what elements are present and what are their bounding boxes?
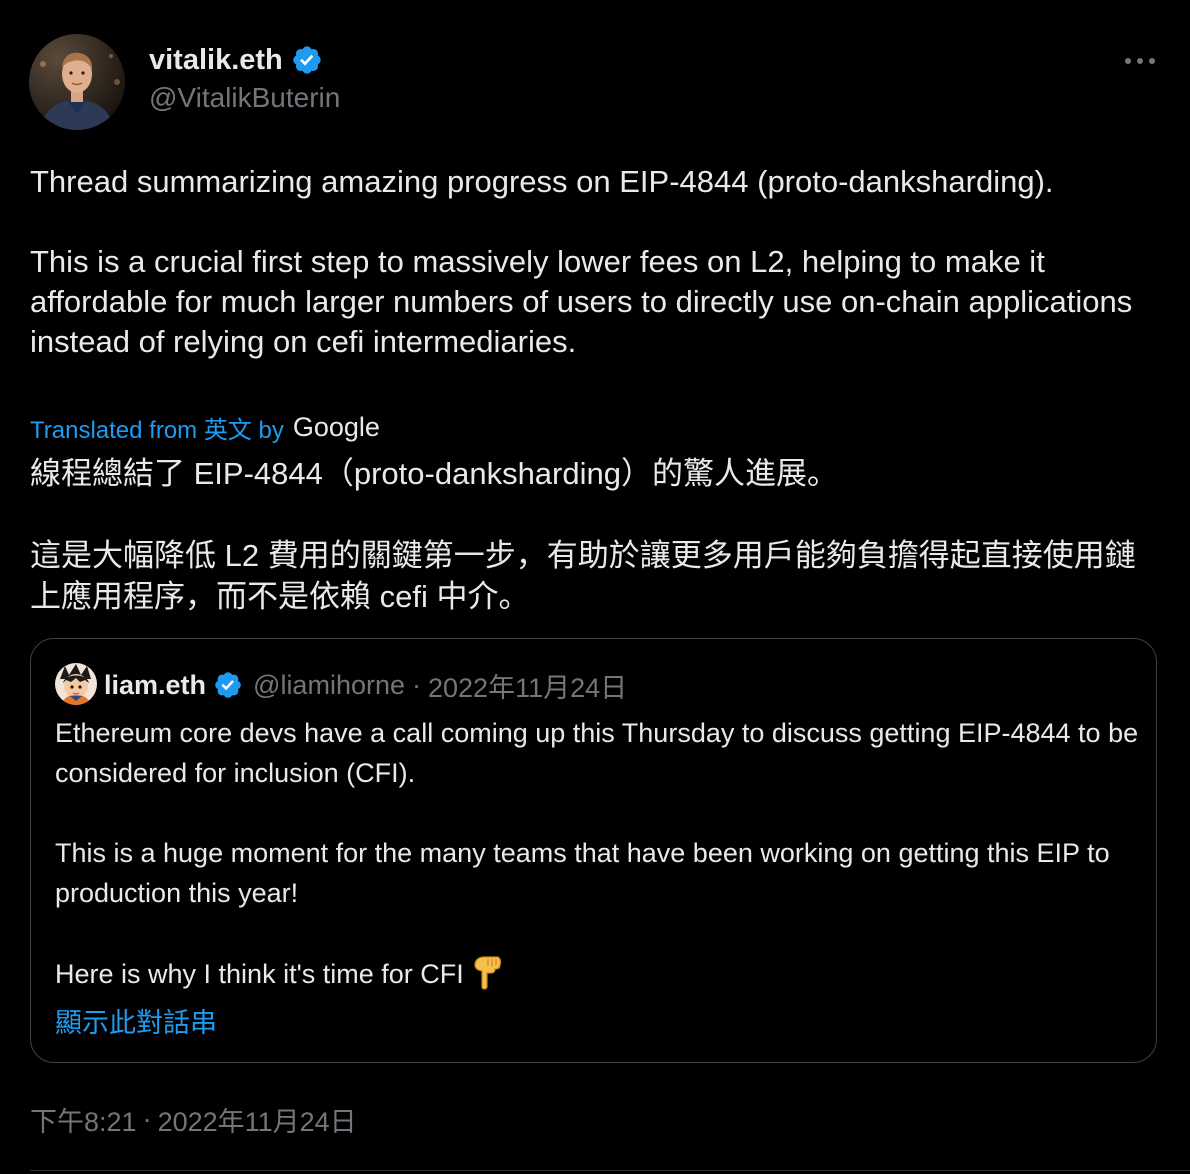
author-name-row[interactable]: vitalik.eth	[149, 40, 323, 80]
translated-from-link[interactable]: Translated from 英文 by	[30, 410, 284, 445]
quoted-tweet-body: Ethereum core devs have a call coming up…	[55, 718, 1139, 989]
author-display-name[interactable]: vitalik.eth	[149, 44, 283, 77]
verified-badge-icon	[213, 670, 243, 700]
quoted-date[interactable]: 2022年11月24日	[428, 666, 627, 705]
translation-attribution: Translated from 英文 by Google	[30, 410, 380, 444]
quoted-handle[interactable]: @liamihorne	[253, 670, 405, 701]
author-avatar[interactable]	[29, 34, 125, 130]
quoted-separator: ·	[412, 669, 421, 700]
divider	[30, 1170, 1190, 1171]
pointing-down-hand-emoji-icon	[470, 953, 504, 991]
quoted-author-avatar[interactable]	[55, 663, 97, 705]
tweet-timestamp[interactable]: 下午8:21 · 2022年11月24日	[30, 1100, 357, 1138]
google-logo: Google	[292, 411, 380, 442]
translated-text: 線程總結了 EIP-4844（proto-danksharding）的驚人進展。…	[30, 456, 1136, 614]
more-options-icon	[1125, 58, 1155, 64]
author-handle[interactable]: @VitalikButerin	[149, 82, 340, 114]
timestamp-separator: ·	[142, 1103, 152, 1134]
profile-photo-icon	[29, 34, 125, 130]
tweet-date[interactable]: 2022年11月24日	[158, 1100, 357, 1139]
quoted-display-name[interactable]: liam.eth	[104, 670, 206, 701]
quoted-tweet-header: liam.eth @liamihorne · 2022年11月24日	[104, 666, 627, 704]
show-thread-link[interactable]: 顯示此對話串	[55, 1001, 217, 1040]
quoted-tweet-card[interactable]: liam.eth @liamihorne · 2022年11月24日 Ether…	[30, 638, 1157, 1063]
verified-badge-icon	[291, 44, 323, 76]
tweet-time[interactable]: 下午8:21	[30, 1100, 137, 1139]
more-options-button[interactable]	[1118, 46, 1162, 76]
tweet-text: Thread summarizing amazing progress on E…	[30, 164, 1133, 359]
quoted-tweet-text: Ethereum core devs have a call coming up…	[55, 713, 1140, 994]
quoted-profile-photo-icon	[55, 663, 97, 705]
